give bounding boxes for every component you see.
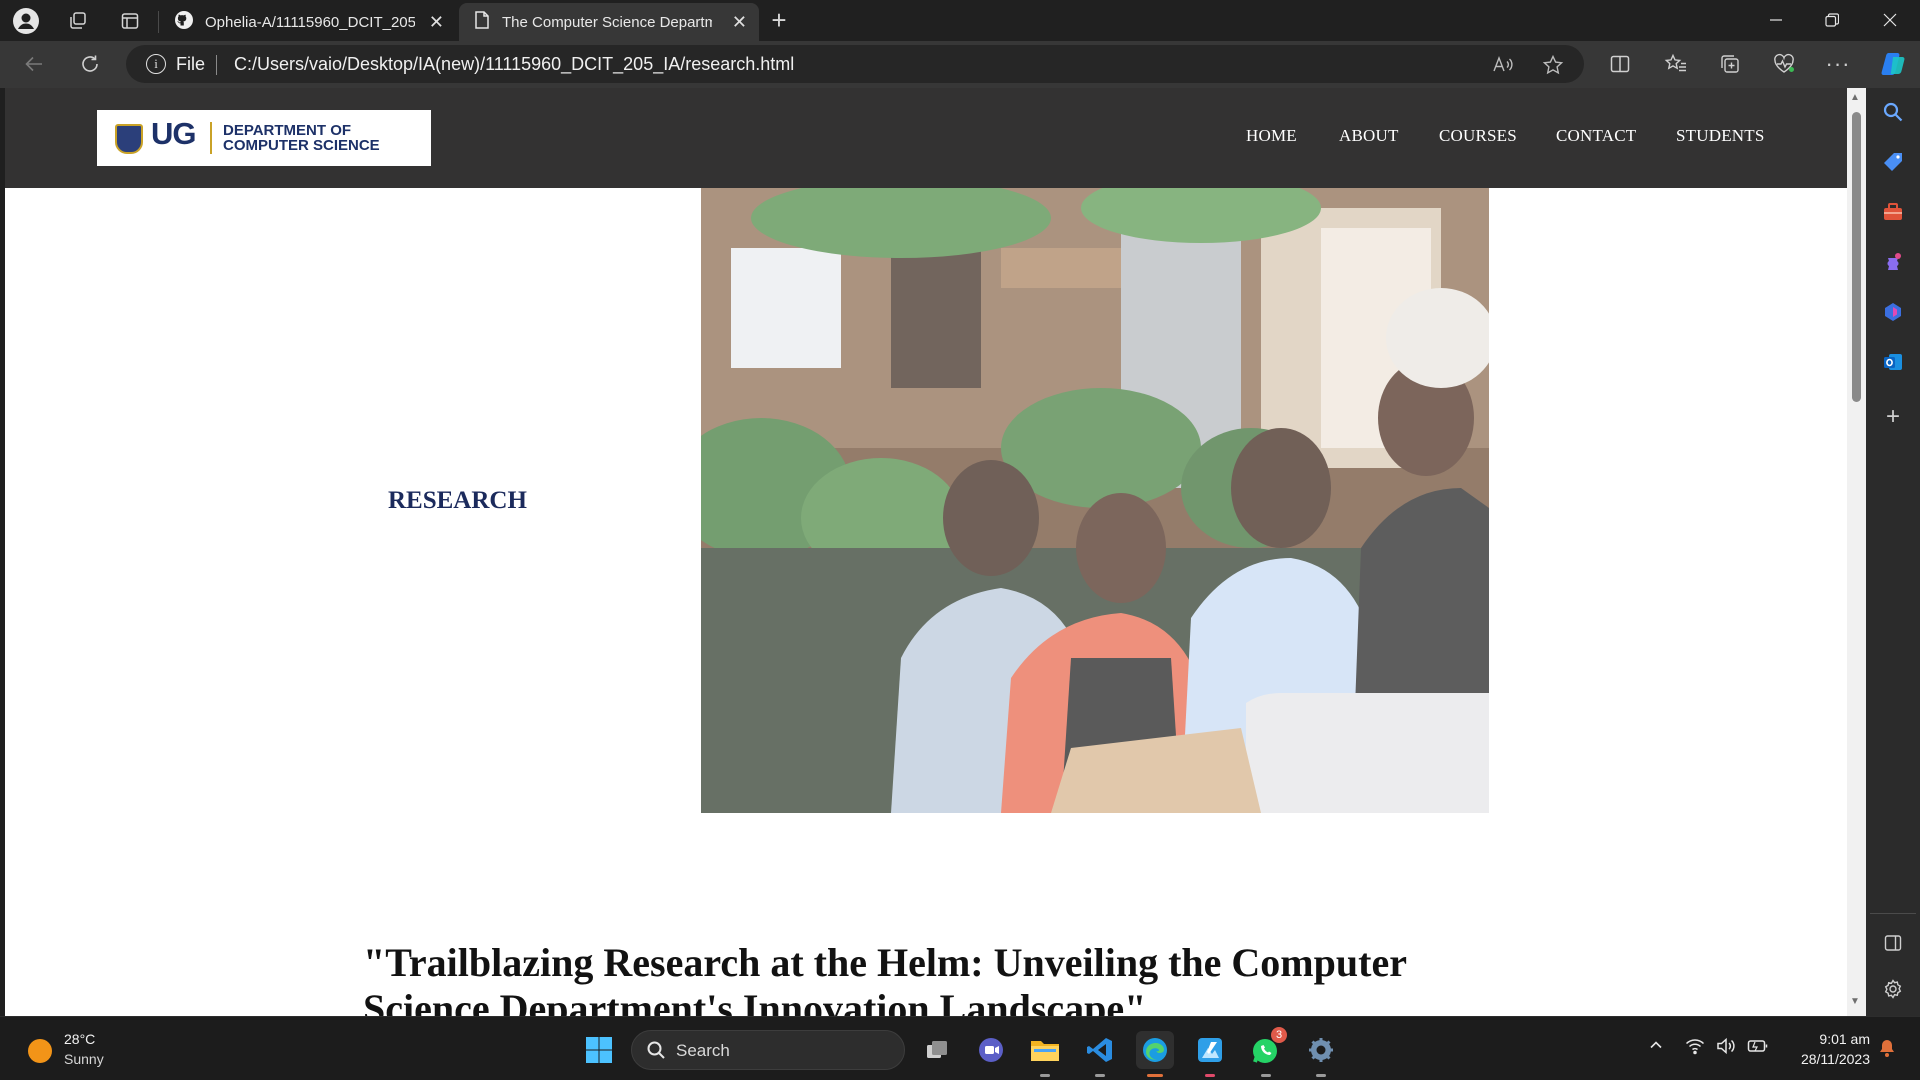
tab-close-icon[interactable]: ✕ (732, 12, 747, 33)
games-chess-icon[interactable] (1878, 247, 1908, 277)
running-indicator (1040, 1074, 1050, 1077)
tab-title: The Computer Science Departme (502, 13, 712, 31)
taskbar-search-box[interactable]: Search (631, 1030, 905, 1070)
hero-heading: RESEARCH (388, 487, 527, 514)
outlook-icon[interactable] (1878, 347, 1908, 377)
hide-sidebar-icon[interactable] (1878, 928, 1908, 958)
split-screen-icon[interactable] (1600, 44, 1640, 84)
nav-students[interactable]: STUDENTS (1676, 126, 1765, 146)
show-hidden-icons-chevron-icon[interactable] (1648, 1037, 1664, 1058)
new-tab-button[interactable]: + (761, 4, 797, 37)
more-options-icon[interactable]: ··· (1818, 44, 1858, 84)
sidebar-settings-icon[interactable] (1878, 974, 1908, 1004)
url-text[interactable]: C:/Users/vaio/Desktop/IA(new)/11115960_D… (234, 54, 794, 75)
browser-tab-strip: Ophelia-A/11115960_DCIT_205_I ✕ The Comp… (0, 0, 1920, 41)
sidebar-divider (1870, 913, 1916, 914)
nav-home[interactable]: HOME (1246, 126, 1297, 146)
department-logo[interactable]: UG DEPARTMENT OF COMPUTER SCIENCE (97, 110, 431, 166)
tab-title: Ophelia-A/11115960_DCIT_205_I (205, 13, 415, 31)
url-scheme: File (176, 54, 206, 74)
vertical-tabs-icon[interactable] (112, 4, 148, 37)
weather-condition: Sunny (64, 1051, 104, 1067)
sunny-weather-icon (28, 1039, 52, 1063)
logo-divider (210, 122, 212, 154)
workspaces-icon[interactable] (60, 4, 96, 37)
restore-button[interactable] (1804, 0, 1860, 40)
search-icon (646, 1040, 666, 1065)
page-scrollbar[interactable]: ▲ ▼ (1847, 88, 1866, 1016)
favorites-icon[interactable] (1656, 44, 1696, 84)
nav-contact[interactable]: CONTACT (1556, 126, 1636, 146)
profile-icon[interactable] (8, 4, 44, 37)
tab-cs-department[interactable]: The Computer Science Departme ✕ (459, 3, 759, 41)
running-indicator (1095, 1074, 1105, 1077)
scrollbar-thumb[interactable] (1852, 112, 1861, 402)
tab-separator (158, 11, 159, 33)
address-bar[interactable]: i File C:/Users/vaio/Desktop/IA(new)/111… (126, 45, 1584, 83)
scroll-down-arrow-icon[interactable]: ▼ (1850, 996, 1860, 1007)
favorite-star-icon[interactable] (1540, 52, 1566, 78)
logo-line-1: DEPARTMENT OF (223, 122, 352, 139)
add-sidebar-app-icon[interactable]: + (1878, 402, 1908, 432)
ug-crest-icon (115, 124, 143, 154)
logo-line-2: COMPUTER SCIENCE (223, 137, 380, 154)
nav-about[interactable]: ABOUT (1339, 126, 1399, 146)
edge-browser-icon[interactable] (1136, 1031, 1174, 1077)
running-indicator (1261, 1074, 1271, 1077)
notification-badge: 3 (1271, 1027, 1287, 1043)
wifi-icon[interactable] (1685, 1037, 1705, 1060)
minimize-button[interactable] (1748, 0, 1804, 40)
scroll-up-arrow-icon[interactable]: ▲ (1850, 92, 1860, 103)
nav-courses[interactable]: COURSES (1439, 126, 1517, 146)
paint-app-icon[interactable] (1191, 1031, 1229, 1077)
page-viewport: UG DEPARTMENT OF COMPUTER SCIENCE HOME A… (5, 88, 1847, 1016)
logo-ug-text: UG (151, 116, 196, 151)
notification-bell-icon[interactable] (1878, 1038, 1896, 1063)
browser-toolbar: i File C:/Users/vaio/Desktop/IA(new)/111… (0, 41, 1920, 88)
teams-chat-icon[interactable] (972, 1031, 1010, 1069)
windows-taskbar: 28°C Sunny Search 3 9:01 am 28/11/2023 (0, 1016, 1920, 1080)
site-info-icon[interactable]: i (146, 54, 166, 74)
clock-date: 28/11/2023 (1800, 1051, 1870, 1067)
collections-icon[interactable] (1710, 44, 1750, 84)
close-window-button[interactable] (1862, 0, 1918, 40)
running-indicator (1205, 1074, 1215, 1077)
tab-close-icon[interactable]: ✕ (429, 12, 444, 33)
volume-icon[interactable] (1716, 1037, 1736, 1060)
research-main-heading: "Trailblazing Research at the Helm: Unve… (363, 940, 1407, 1016)
back-arrow-icon[interactable] (14, 44, 54, 84)
sidebar-search-icon[interactable] (1878, 97, 1908, 127)
weather-temperature: 28°C (64, 1031, 96, 1047)
site-navbar: UG DEPARTMENT OF COMPUTER SCIENCE HOME A… (5, 88, 1847, 188)
task-view-icon[interactable] (918, 1031, 956, 1069)
logo-department-text: DEPARTMENT OF COMPUTER SCIENCE (223, 123, 380, 153)
read-aloud-icon[interactable] (1490, 52, 1516, 78)
battery-icon[interactable] (1747, 1037, 1769, 1060)
settings-gear-icon[interactable] (1302, 1031, 1340, 1077)
search-label: Search (676, 1041, 730, 1060)
file-explorer-icon[interactable] (1026, 1031, 1064, 1077)
hero-photo-students (701, 188, 1489, 813)
vscode-icon[interactable] (1081, 1031, 1119, 1077)
copilot-icon[interactable] (1874, 44, 1914, 84)
document-icon (473, 10, 491, 34)
tools-briefcase-icon[interactable] (1878, 197, 1908, 227)
active-app-indicator (1147, 1074, 1163, 1077)
running-indicator (1316, 1074, 1326, 1077)
microsoft-365-icon[interactable] (1878, 297, 1908, 327)
refresh-icon[interactable] (70, 44, 110, 84)
edge-sidebar: + (1866, 88, 1920, 1016)
shopping-tag-icon[interactable] (1878, 147, 1908, 177)
tab-github-repo[interactable]: Ophelia-A/11115960_DCIT_205_I ✕ (160, 3, 456, 41)
github-icon (174, 10, 194, 34)
start-button[interactable] (580, 1031, 618, 1069)
clock-time: 9:01 am (1819, 1031, 1870, 1047)
address-separator (216, 55, 217, 75)
browser-essentials-icon[interactable] (1764, 44, 1804, 84)
whatsapp-icon[interactable]: 3 (1247, 1027, 1287, 1077)
